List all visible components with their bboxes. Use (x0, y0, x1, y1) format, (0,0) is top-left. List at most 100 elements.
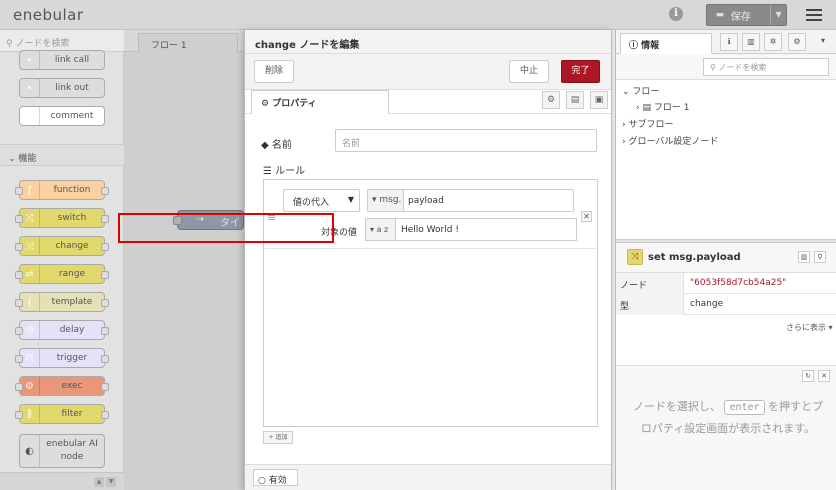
node-input-port (15, 187, 23, 195)
palette-node-label: comment (50, 111, 94, 121)
show-more-link[interactable]: さらに表示 ▾ (786, 322, 833, 333)
palette-node-enebular-ai[interactable]: ◐ enebular AI node (19, 434, 105, 468)
node-output-port (101, 299, 109, 307)
node-output-port (101, 411, 109, 419)
enabled-toggle[interactable]: ○ 有効 (253, 469, 298, 486)
cancel-button[interactable]: 中止 (509, 60, 549, 83)
node-icon: ⚙ (20, 377, 40, 395)
node-input-port (15, 271, 23, 279)
header: enebular i ▬ 保存 ▼ (0, 0, 836, 30)
settings-gear-icon[interactable]: ⚙ (542, 91, 560, 109)
node-info-table: ノード "6053f58d7cb54a25" 型 change (616, 273, 836, 315)
description-icon[interactable]: ▤ (566, 91, 584, 109)
node-output-port (101, 383, 109, 391)
delete-rule-icon[interactable]: ✕ (581, 211, 592, 222)
done-button[interactable]: 完了 (561, 60, 600, 83)
node-icon: ⇌ (20, 265, 40, 283)
collapse-up-icon[interactable]: ▲ (94, 477, 104, 487)
refresh-icon[interactable]: ↻ (802, 370, 814, 382)
palette-search-input[interactable]: ⚲ ノードを検索 (0, 30, 124, 52)
row-value: change (690, 299, 724, 309)
sidebar-tabs: ⓘ 情報 ℹ ▥ ✲ ⚙ ▾ (616, 30, 836, 54)
hamburger-icon[interactable] (806, 6, 822, 22)
palette-node[interactable]: • comment (19, 106, 105, 126)
rule-action-value: 値の代入 (293, 198, 330, 208)
info-icon[interactable]: i (669, 7, 683, 21)
palette-node-filter[interactable]: ⫼ filter (15, 404, 109, 424)
add-rule-button[interactable]: + 追加 (263, 431, 293, 444)
node-icon: ⊓ (20, 349, 40, 367)
app-logo: enebular (13, 6, 84, 24)
sidebar-search-input[interactable]: ⚲ ノードを検索 (703, 58, 829, 76)
book-icon[interactable]: ▥ (798, 251, 810, 263)
palette-node-label: range (58, 269, 86, 279)
debug-icon[interactable]: ✲ (764, 33, 782, 51)
rule-action-select[interactable]: 値の代入 ▼ (283, 189, 360, 212)
chevron-down-icon: ⌄ (622, 87, 633, 97)
tab-flow-1[interactable]: フロー 1 (138, 33, 238, 52)
node-icon: ⤮ (20, 209, 40, 227)
palette-node-function[interactable]: ƒ function (15, 180, 109, 200)
tab-info-label: 情報 (641, 41, 660, 51)
sidebar-search-area: ⚲ ノードを検索 (616, 54, 836, 80)
rule-to-value-input[interactable]: ▾ a z Hello World ! (365, 218, 577, 241)
collapse-down-icon[interactable]: ▼ (106, 477, 116, 487)
flow-icon: ▤ (642, 103, 654, 113)
circle-icon: ○ (258, 476, 269, 486)
palette-footer: ▲ ▼ (0, 472, 124, 490)
node-icon: ◷ (20, 321, 40, 339)
palette-node-change[interactable]: ⤨ change (15, 236, 109, 256)
close-icon[interactable]: ✕ (818, 370, 830, 382)
palette-node[interactable]: • link out (19, 78, 105, 98)
node-output-port (101, 215, 109, 223)
palette-node-range[interactable]: ⇌ range (15, 264, 109, 284)
delete-button[interactable]: 削除 (254, 60, 294, 83)
node-input-port (15, 243, 23, 251)
search-icon[interactable]: ⚲ (814, 251, 826, 263)
node-input-port (15, 215, 23, 223)
selected-node-name: set msg.payload (648, 252, 741, 263)
typed-input-type-string[interactable]: ▾ a z (366, 219, 396, 240)
name-input[interactable]: 名前 (335, 129, 597, 152)
editor-tabs: ⚙ プロパティ ⚙ ▤ ▣ (245, 90, 611, 114)
deploy-dropdown-caret-icon[interactable]: ▼ (770, 5, 786, 25)
node-icon: • (20, 79, 40, 97)
info-tab-icon[interactable]: ℹ (720, 33, 738, 51)
typed-input-type-msg[interactable]: ▾ msg. (368, 190, 404, 211)
book-icon[interactable]: ▥ (742, 33, 760, 51)
palette-node-exec[interactable]: ⚙ exec (15, 376, 109, 396)
node-icon: • (20, 51, 40, 69)
prop-value: payload (408, 195, 444, 206)
palette-node[interactable]: • link call (19, 50, 105, 70)
rule-property-input[interactable]: ▾ msg. payload (367, 189, 574, 212)
tree-global-config[interactable]: › グローバル設定ノード (622, 134, 718, 147)
enabled-label: 有効 (268, 476, 287, 486)
node-output-port (101, 271, 109, 279)
node-output-port (101, 355, 109, 363)
palette-node-label: template (51, 297, 93, 307)
appearance-icon[interactable]: ▣ (590, 91, 608, 109)
node-icon: ⫼ (20, 405, 40, 423)
palette-node-label: switch (57, 213, 87, 223)
gear-icon: ⚙ (261, 99, 273, 109)
tree-subflows[interactable]: › サブフロー (622, 117, 673, 130)
tree-flows[interactable]: ⌄ フロー (622, 84, 659, 97)
help-panel: ↻ ✕ ノードを選択し、 enter を押すとプロパティ設定画面が表示されます。 (616, 365, 836, 490)
node-output-port (101, 327, 109, 335)
row-key: 型 (616, 294, 684, 315)
palette-node-delay[interactable]: ◷ delay (15, 320, 109, 340)
palette-search-placeholder: ノードを検索 (15, 39, 70, 49)
tab-info[interactable]: ⓘ 情報 (620, 33, 712, 54)
node-icon: • (20, 107, 40, 125)
tab-properties[interactable]: ⚙ プロパティ (251, 90, 389, 114)
deploy-button[interactable]: ▬ 保存 ▼ (706, 4, 787, 26)
enter-key: enter (724, 400, 765, 415)
rules-label-text: ルール (275, 166, 306, 177)
palette-node-switch[interactable]: ⤮ switch (15, 208, 109, 228)
palette-node-template[interactable]: {template (15, 292, 109, 312)
palette-node-trigger[interactable]: ⊓ trigger (15, 348, 109, 368)
chevron-down-icon[interactable]: ▾ (814, 33, 832, 51)
palette-category-function[interactable]: ⌄ 機能 (0, 144, 124, 166)
tree-flow-1[interactable]: › ▤ フロー 1 (636, 100, 689, 113)
gear-icon[interactable]: ⚙ (788, 33, 806, 51)
